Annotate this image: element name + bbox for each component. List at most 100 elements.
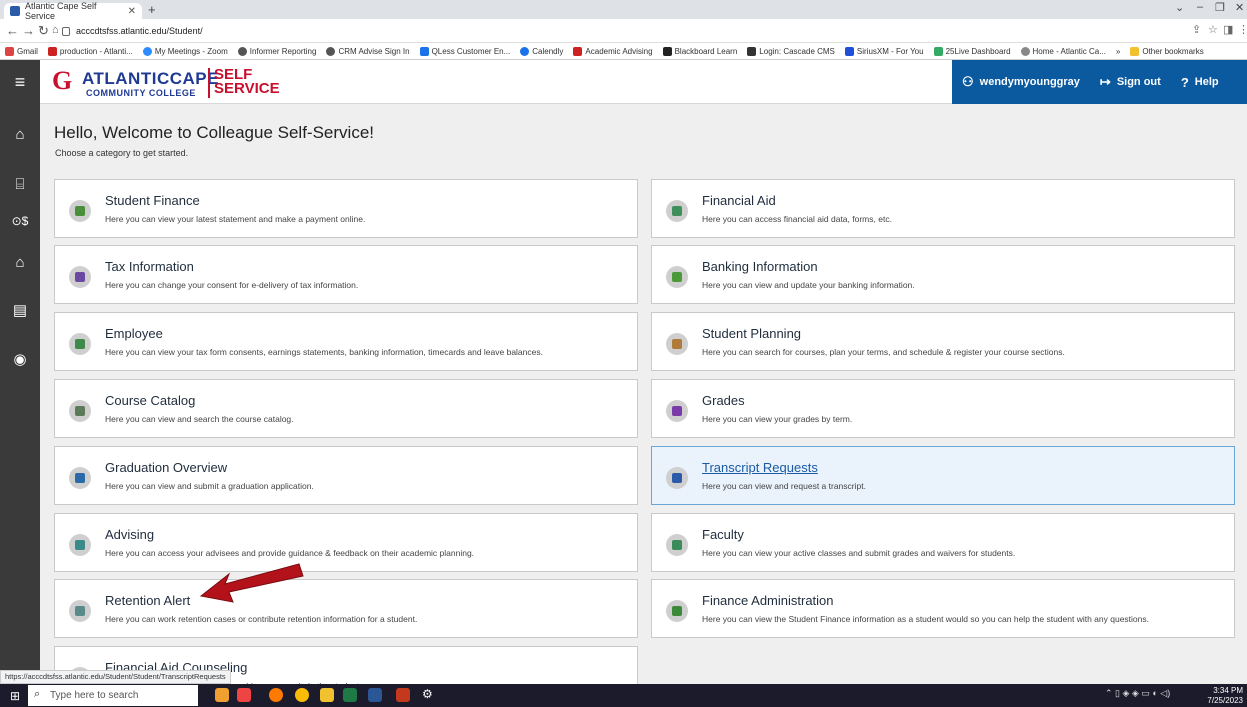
employee-icon xyxy=(69,333,91,355)
category-description: Here you can search for courses, plan yo… xyxy=(702,347,1065,357)
browser-tab[interactable]: Atlantic Cape Self Service ✕ xyxy=(4,1,142,21)
sidepanel-icon[interactable]: ◨ xyxy=(1223,23,1233,36)
page-subtitle: Choose a category to get started. xyxy=(55,148,189,158)
qless-icon xyxy=(419,46,429,56)
bookmark-item[interactable]: Home - Atlantic Ca... xyxy=(1016,46,1111,56)
clock-time: 3:34 PM xyxy=(1213,686,1243,695)
chrome-icon[interactable] xyxy=(295,688,309,702)
new-tab-icon[interactable]: + xyxy=(148,2,156,17)
finance-nav-icon[interactable]: ⌸ xyxy=(0,176,40,193)
category-card-tax-information[interactable]: Tax Information Here you can change your … xyxy=(54,245,638,304)
college-logo[interactable]: G ATLANTICCAPE COMMUNITY COLLEGE SELF SE… xyxy=(52,66,280,100)
user-profile-nav-icon[interactable]: ◉ xyxy=(0,350,40,368)
catalog-icon xyxy=(69,400,91,422)
powerpoint-icon[interactable] xyxy=(396,688,410,702)
maximize-icon[interactable]: ❐ xyxy=(1215,1,1225,14)
windows-start-icon[interactable]: ⊞ xyxy=(10,689,20,703)
category-card-transcript-requests[interactable]: Transcript Requests Here you can view and… xyxy=(651,446,1235,505)
menu-dots-icon[interactable]: ⋮ xyxy=(1238,23,1247,36)
home-icon[interactable]: ⌂ xyxy=(52,24,59,36)
reload-icon[interactable]: ↻ xyxy=(38,23,49,39)
help-label: Help xyxy=(1194,76,1219,88)
home-nav-icon[interactable]: ⌂ xyxy=(0,126,40,143)
more-bookmarks[interactable]: » xyxy=(1111,47,1125,56)
taskbar-search[interactable]: ⌕ Type here to search xyxy=(28,685,198,706)
category-card-finance-administration[interactable]: Finance Administration Here you can view … xyxy=(651,579,1235,638)
category-title: Faculty xyxy=(702,527,744,542)
category-description: Here you can view your grades by term. xyxy=(702,414,853,424)
sign-out-icon: ↦ xyxy=(1099,74,1111,89)
file-explorer-icon[interactable] xyxy=(320,688,334,702)
system-tray-icons[interactable]: ⌃ ▯ ◈ ◈ ▭ ◐ ◁) xyxy=(1105,688,1170,699)
planning-icon xyxy=(666,333,688,355)
bookmark-item[interactable]: Calendly xyxy=(515,46,568,56)
bookmark-item[interactable]: My Meetings - Zoom xyxy=(138,46,233,56)
cascade-icon xyxy=(747,46,757,56)
category-card-financial-aid[interactable]: Financial Aid Here you can access financi… xyxy=(651,179,1235,238)
sign-out-button[interactable]: ↦ Sign out xyxy=(1090,74,1171,90)
category-card-banking-information[interactable]: Banking Information Here you can view and… xyxy=(651,245,1235,304)
taskbar-app-icon[interactable] xyxy=(237,688,251,702)
url-field[interactable]: acccdtsfss.atlantic.edu/Student/ xyxy=(62,23,1182,39)
category-description: Here you can view your latest statement … xyxy=(105,214,366,224)
category-card-advising[interactable]: Advising Here you can access your advisee… xyxy=(54,513,638,572)
grades-icon xyxy=(666,400,688,422)
category-card-grades[interactable]: Grades Here you can view your grades by t… xyxy=(651,379,1235,438)
category-description: Here you can view and submit a graduatio… xyxy=(105,481,314,491)
widgets-icon[interactable] xyxy=(215,688,229,702)
finance-admin-icon xyxy=(666,600,688,622)
self-service-label: SELF SERVICE xyxy=(208,67,280,98)
category-description: Here you can view your tax form consents… xyxy=(105,347,543,357)
bookmark-item[interactable]: SiriusXM - For You xyxy=(840,46,929,56)
category-description: Here you can view and search the course … xyxy=(105,414,294,424)
faculty-icon xyxy=(666,534,688,556)
hamburger-menu-icon[interactable]: ≡ xyxy=(0,60,40,104)
category-description: Here you can view and update your bankin… xyxy=(702,280,915,290)
share-icon[interactable]: ⇪ xyxy=(1192,23,1201,36)
financial-aid-nav-icon[interactable]: ⊙$ xyxy=(0,214,40,228)
other-bookmarks[interactable]: Other bookmarks xyxy=(1125,46,1208,56)
bookmark-item[interactable]: Informer Reporting xyxy=(233,46,322,56)
help-button[interactable]: ? Help xyxy=(1171,75,1229,90)
bookmark-item[interactable]: 25Live Dashboard xyxy=(929,46,1016,56)
category-title: Transcript Requests xyxy=(702,460,818,475)
category-card-faculty[interactable]: Faculty Here you can view your active cla… xyxy=(651,513,1235,572)
bookmark-item[interactable]: Login: Cascade CMS xyxy=(742,46,840,56)
lock-icon xyxy=(62,26,70,36)
category-card-student-planning[interactable]: Student Planning Here you can search for … xyxy=(651,312,1235,371)
firefox-icon[interactable] xyxy=(269,688,283,702)
category-card-course-catalog[interactable]: Course Catalog Here you can view and sear… xyxy=(54,379,638,438)
bookmark-item[interactable]: Blackboard Learn xyxy=(658,46,743,56)
category-description: Here you can access financial aid data, … xyxy=(702,214,892,224)
user-menu-button[interactable]: ⚇ wendymyounggray xyxy=(952,74,1090,90)
bookmark-item[interactable]: CRM Advise Sign In xyxy=(321,46,414,56)
word-icon[interactable] xyxy=(368,688,382,702)
back-icon[interactable]: ← xyxy=(6,23,19,38)
transcript-icon xyxy=(666,467,688,489)
minimize-icon[interactable]: – xyxy=(1197,1,1203,13)
close-tab-icon[interactable]: ✕ xyxy=(128,6,136,17)
employee-nav-icon[interactable]: ▤ xyxy=(0,301,40,319)
status-url-tooltip: https://acccdtsfss.atlantic.edu/Student/… xyxy=(0,670,231,684)
gmail-icon xyxy=(5,46,14,56)
globe-icon xyxy=(326,46,336,56)
forward-icon[interactable]: → xyxy=(22,23,35,38)
siriusxm-icon xyxy=(844,46,854,56)
tab-list-icon[interactable]: ⌄ xyxy=(1175,1,1184,14)
bookmark-item[interactable]: QLess Customer En... xyxy=(415,46,516,56)
bookmark-item[interactable]: Gmail xyxy=(0,46,43,56)
system-clock[interactable]: 3:34 PM 7/25/2023 xyxy=(1207,686,1243,706)
close-window-icon[interactable]: ✕ xyxy=(1235,1,1244,14)
bookmark-star-icon[interactable]: ☆ xyxy=(1208,23,1218,36)
bookmark-item[interactable]: production - Atlanti... xyxy=(43,46,138,56)
bookmark-item[interactable]: Academic Advising xyxy=(568,46,657,56)
category-card-retention-alert[interactable]: Retention Alert Here you can work retenti… xyxy=(54,579,638,638)
excel-icon[interactable] xyxy=(343,688,357,702)
category-card-student-finance[interactable]: Student Finance Here you can view your la… xyxy=(54,179,638,238)
category-title: Grades xyxy=(702,393,745,408)
settings-gear-icon[interactable]: ⚙ xyxy=(422,687,433,701)
category-card-graduation-overview[interactable]: Graduation Overview Here you can view and… xyxy=(54,446,638,505)
category-card-employee[interactable]: Employee Here you can view your tax form … xyxy=(54,312,638,371)
blackboard-icon xyxy=(662,46,672,56)
academics-nav-icon[interactable]: ⌂ xyxy=(0,254,40,271)
